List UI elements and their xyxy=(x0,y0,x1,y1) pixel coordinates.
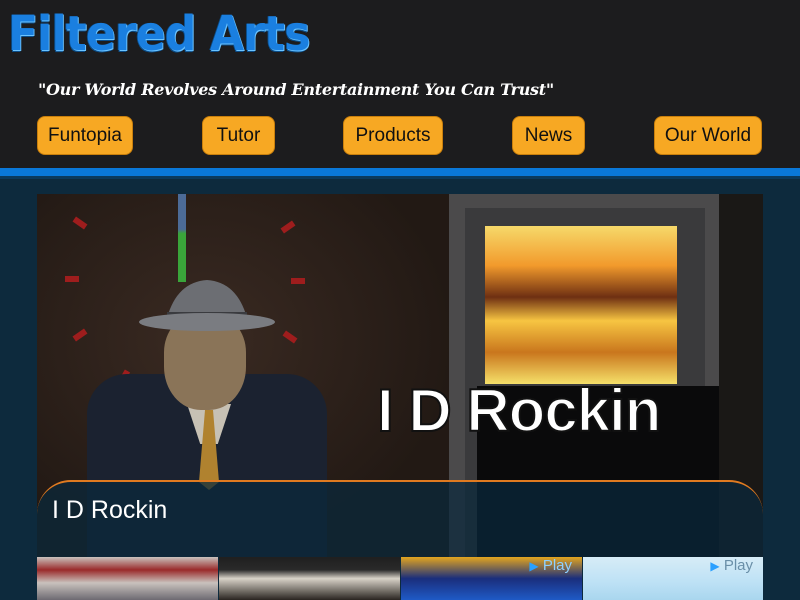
hero-caption-title[interactable]: I D Rockin xyxy=(52,496,167,525)
hero-slider[interactable]: I D Rockin I D Rockin xyxy=(37,194,763,558)
site-logo[interactable]: Filtered Arts xyxy=(8,2,311,66)
video-thumbnail[interactable]: ▶ Play xyxy=(583,557,763,600)
decor-dash xyxy=(65,276,79,282)
site-tagline: "Our World Revolves Around Entertainment… xyxy=(38,80,554,99)
fedora-hat-icon xyxy=(139,280,275,331)
nav-products-button[interactable]: Products xyxy=(343,116,443,155)
play-label: Play xyxy=(542,557,572,574)
play-button[interactable]: ▶ Play xyxy=(710,557,753,574)
hero-monitor-image xyxy=(485,226,677,384)
video-thumbnail[interactable]: ▶ Play xyxy=(401,557,582,600)
play-icon: ▶ xyxy=(710,559,720,573)
header-divider-shadow xyxy=(0,176,800,179)
play-label: Play xyxy=(723,557,753,574)
hero-title-graphic: I D Rockin xyxy=(376,376,662,445)
video-thumbnail[interactable] xyxy=(37,557,218,600)
play-icon: ▶ xyxy=(529,559,539,573)
nav-news-button[interactable]: News xyxy=(512,116,585,155)
nav-our-world-button[interactable]: Our World xyxy=(654,116,762,155)
antenna-prop xyxy=(178,194,186,282)
header-divider xyxy=(0,168,800,176)
decor-dash xyxy=(291,278,305,284)
hero-caption-bar[interactable]: I D Rockin xyxy=(37,480,763,558)
nav-funtopia-button[interactable]: Funtopia xyxy=(37,116,133,155)
video-thumbnail[interactable] xyxy=(219,557,400,600)
play-button[interactable]: ▶ Play xyxy=(529,557,572,574)
nav-tutor-button[interactable]: Tutor xyxy=(202,116,275,155)
